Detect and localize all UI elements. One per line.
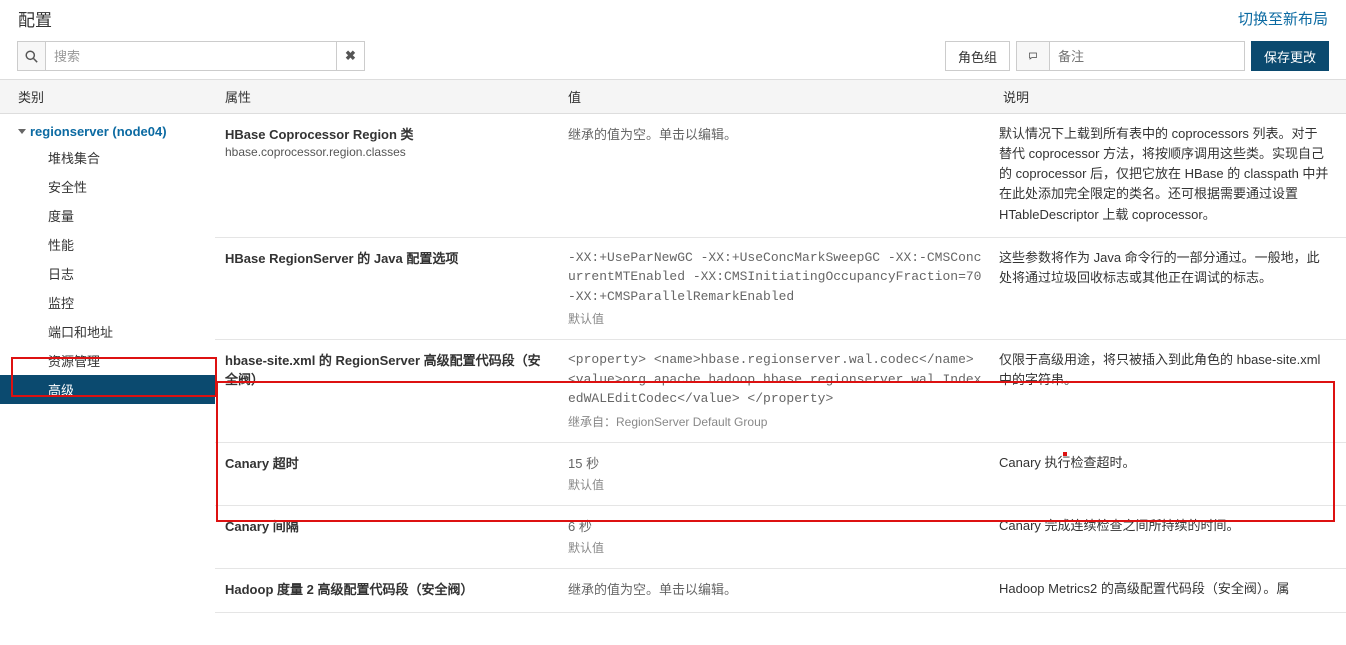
config-row: hbase-site.xml 的 RegionServer 高级配置代码段（安全… [215,340,1346,443]
sidebar-item[interactable]: 性能 [0,230,215,259]
save-button[interactable]: 保存更改 [1251,41,1329,71]
search-group: ✖ [17,41,365,71]
config-row: HBase RegionServer 的 Java 配置选项 -XX:+UsePa… [215,238,1346,341]
caret-down-icon [18,129,26,134]
sidebar-parent[interactable]: regionserver (node04) [0,120,215,143]
comment-icon[interactable] [1016,41,1050,71]
clear-search-icon[interactable]: ✖ [336,42,364,70]
config-row: Canary 间隔6 秒默认值Canary 完成连续检查之间所持续的时间。 [215,506,1346,569]
sidebar: regionserver (node04) 堆栈集合安全性度量性能日志监控端口和… [0,114,215,613]
value-muted: 默认值 [568,310,983,327]
attr-title[interactable]: Canary 间隔 [225,516,548,535]
description-cell: Canary 执行检查超时。 [993,453,1346,493]
config-row: Canary 超时15 秒默认值Canary 执行检查超时。 [215,443,1346,506]
content: HBase Coprocessor Region 类 hbase.coproces… [215,114,1346,613]
attr-title[interactable]: hbase-site.xml 的 RegionServer 高级配置代码段（安全… [225,350,548,388]
value-cell[interactable]: 继承的值为空。单击以编辑。 [558,579,993,600]
value-text: -XX:+UseParNewGC -XX:+UseConcMarkSweepGC… [568,248,983,307]
description-cell: 仅限于高级用途，将只被插入到此角色的 hbase-site.xml 中的字符串。 [993,350,1346,430]
value-muted: 继承自：RegionServer Default Group [568,413,983,430]
comment-input[interactable] [1050,41,1245,71]
config-row: HBase Coprocessor Region 类 hbase.coproces… [215,114,1346,238]
value-cell[interactable]: 6 秒默认值 [558,516,993,556]
sidebar-item[interactable]: 监控 [0,288,215,317]
sidebar-item[interactable]: 日志 [0,259,215,288]
role-group-button[interactable]: 角色组 [945,41,1010,71]
attr-title[interactable]: HBase RegionServer 的 Java 配置选项 [225,248,548,267]
attr-title[interactable]: Hadoop 度量 2 高级配置代码段（安全阀） [225,579,548,598]
sidebar-item[interactable]: 度量 [0,201,215,230]
attr-title[interactable]: Canary 超时 [225,453,548,472]
attr-title[interactable]: HBase Coprocessor Region 类 [225,124,548,143]
description-cell: 这些参数将作为 Java 命令行的一部分通过。一般地，此处将通过垃圾回收标志或其… [993,248,1346,328]
value-cell[interactable]: <property> <name>hbase.regionserver.wal.… [558,350,993,430]
config-row: Hadoop 度量 2 高级配置代码段（安全阀） 继承的值为空。单击以编辑。 Had… [215,569,1346,613]
value-cell[interactable]: 15 秒默认值 [558,453,993,493]
page-title: 配置 [18,6,52,31]
search-icon[interactable] [18,42,46,70]
description-cell: Hadoop Metrics2 的高级配置代码段（安全阀）。属 [993,579,1346,600]
description-cell: Canary 完成连续检查之间所持续的时间。 [993,516,1346,556]
col-header-description: 说明 [993,80,1346,113]
value-text: 6 秒 [568,516,983,535]
value-muted: 默认值 [568,476,983,493]
sidebar-item[interactable]: 资源管理 [0,346,215,375]
value-text: 继承的值为空。单击以编辑。 [568,124,983,143]
col-header-value: 值 [558,80,993,113]
value-cell[interactable]: -XX:+UseParNewGC -XX:+UseConcMarkSweepGC… [558,248,993,328]
description-cell: 默认情况下上载到所有表中的 coprocessors 列表。对于替代 copro… [993,124,1346,225]
value-text: 15 秒 [568,453,983,472]
search-input[interactable] [46,42,336,70]
value-text: <property> <name>hbase.regionserver.wal.… [568,350,983,409]
sidebar-item[interactable]: 堆栈集合 [0,143,215,172]
col-header-attribute: 属性 [215,80,558,113]
value-muted: 默认值 [568,539,983,556]
sidebar-parent-label: regionserver (node04) [30,124,167,139]
value-text: 继承的值为空。单击以编辑。 [568,579,983,598]
sidebar-item[interactable]: 端口和地址 [0,317,215,346]
switch-layout-link[interactable]: 切换至新布局 [1238,8,1328,29]
col-header-category: 类别 [0,80,215,113]
sidebar-item[interactable]: 高级 [0,375,215,404]
sidebar-item[interactable]: 安全性 [0,172,215,201]
value-cell[interactable]: 继承的值为空。单击以编辑。 [558,124,993,225]
attr-key: hbase.coprocessor.region.classes [225,145,548,159]
marker-dot [1063,452,1067,456]
